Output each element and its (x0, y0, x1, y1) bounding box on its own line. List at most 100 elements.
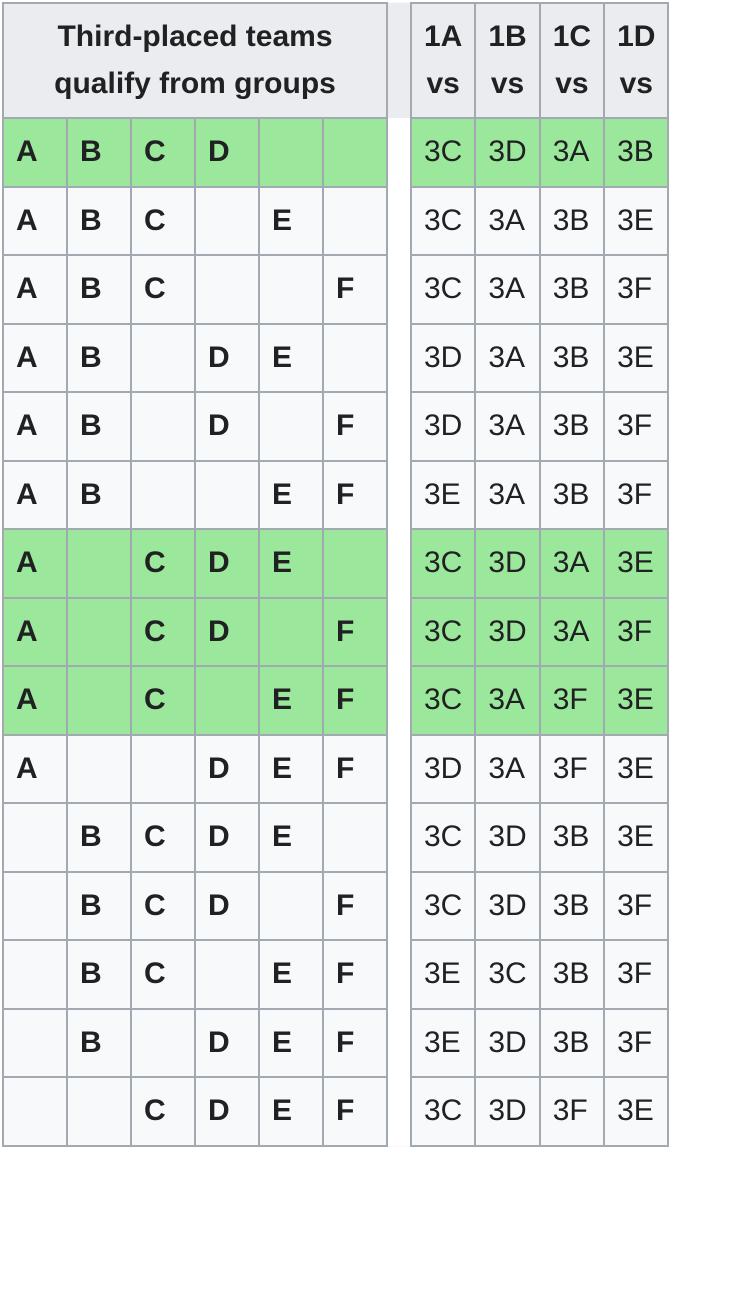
group-letter-cell: D (195, 392, 259, 461)
matchup-cell: 3E (604, 1077, 668, 1146)
matchup-cell: 3C (411, 598, 475, 667)
group-letter-cell: F (323, 872, 387, 941)
matchup-cell: 3C (411, 529, 475, 598)
group-letter-cell: E (259, 187, 323, 256)
gap-column (387, 529, 411, 598)
matchup-cell: 3D (475, 1009, 539, 1078)
matchup-cell: 3F (540, 666, 604, 735)
group-letter-cell: A (3, 529, 67, 598)
matchup-cell: 3F (604, 598, 668, 667)
group-letter-cell (3, 872, 67, 941)
gap-column (387, 187, 411, 256)
matchup-cell: 3D (475, 803, 539, 872)
matchup-cell: 3A (475, 187, 539, 256)
table-row: ADEF3D3A3F3E (3, 735, 668, 804)
group-letter-cell (195, 940, 259, 1009)
group-letter-cell (195, 461, 259, 530)
matchup-cell: 3E (604, 187, 668, 256)
matchup-cell: 3F (604, 461, 668, 530)
group-letter-cell: B (67, 940, 131, 1009)
group-letter-cell: F (323, 461, 387, 530)
header-qualify-from-groups: Third-placed teams qualify from groups (3, 3, 387, 118)
gap-column (387, 324, 411, 393)
matchup-cell: 3A (540, 118, 604, 187)
matchup-cell: 3C (411, 118, 475, 187)
group-letter-cell (195, 255, 259, 324)
matchup-cell: 3D (475, 118, 539, 187)
group-letter-cell: A (3, 735, 67, 804)
group-letter-cell: B (67, 1009, 131, 1078)
header-1a-label: 1A (424, 20, 462, 53)
matchup-cell: 3A (475, 255, 539, 324)
gap-column (387, 1077, 411, 1146)
matchup-cell: 3B (540, 803, 604, 872)
group-letter-cell: B (67, 324, 131, 393)
table-row: CDEF3C3D3F3E (3, 1077, 668, 1146)
group-letter-cell: E (259, 1009, 323, 1078)
third-place-combinations-table: Third-placed teams qualify from groups 1… (2, 2, 669, 1147)
matchup-cell: 3A (475, 666, 539, 735)
matchup-cell: 3D (475, 598, 539, 667)
group-letter-cell: E (259, 666, 323, 735)
group-letter-cell: F (323, 1077, 387, 1146)
gap-column (387, 1009, 411, 1078)
group-letter-cell (67, 1077, 131, 1146)
group-letter-cell (323, 803, 387, 872)
group-letter-cell: E (259, 735, 323, 804)
group-letter-cell (323, 324, 387, 393)
group-letter-cell (259, 598, 323, 667)
group-letter-cell: C (131, 255, 195, 324)
matchup-cell: 3F (540, 1077, 604, 1146)
group-letter-cell (131, 1009, 195, 1078)
group-letter-cell: F (323, 392, 387, 461)
group-letter-cell: C (131, 666, 195, 735)
matchup-cell: 3D (475, 529, 539, 598)
group-letter-cell (259, 118, 323, 187)
table-body: ABCD3C3D3A3BABCE3C3A3B3EABCF3C3A3B3FABDE… (3, 118, 668, 1146)
group-letter-cell: E (259, 1077, 323, 1146)
table-row: ACDF3C3D3A3F (3, 598, 668, 667)
group-letter-cell (259, 872, 323, 941)
gap-column (387, 255, 411, 324)
group-letter-cell (67, 529, 131, 598)
matchup-cell: 3D (475, 872, 539, 941)
group-letter-cell: E (259, 461, 323, 530)
group-letter-cell (195, 666, 259, 735)
group-letter-cell: C (131, 118, 195, 187)
matchup-cell: 3E (604, 324, 668, 393)
gap-column (387, 735, 411, 804)
group-letter-cell (3, 1077, 67, 1146)
group-letter-cell: B (67, 803, 131, 872)
group-letter-cell (131, 392, 195, 461)
header-vs-label: vs (426, 67, 459, 100)
table-row: ABEF3E3A3B3F (3, 461, 668, 530)
group-letter-cell (3, 803, 67, 872)
matchup-cell: 3A (540, 529, 604, 598)
group-letter-cell (131, 735, 195, 804)
matchup-cell: 3C (411, 187, 475, 256)
table-row: BDEF3E3D3B3F (3, 1009, 668, 1078)
group-letter-cell: F (323, 1009, 387, 1078)
group-letter-cell (259, 392, 323, 461)
matchup-cell: 3E (411, 940, 475, 1009)
matchup-cell: 3F (540, 735, 604, 804)
matchup-cell: 3A (475, 461, 539, 530)
group-letter-cell (131, 461, 195, 530)
header-vs-label: vs (620, 67, 653, 100)
matchup-cell: 3C (475, 940, 539, 1009)
group-letter-cell: A (3, 666, 67, 735)
matchup-cell: 3E (411, 461, 475, 530)
group-letter-cell: F (323, 735, 387, 804)
table-row: ACEF3C3A3F3E (3, 666, 668, 735)
header-1c-label: 1C (553, 20, 591, 53)
table-row: ABCF3C3A3B3F (3, 255, 668, 324)
group-letter-cell: A (3, 392, 67, 461)
matchup-cell: 3C (411, 255, 475, 324)
gap-column (387, 118, 411, 187)
matchup-cell: 3D (411, 735, 475, 804)
matchup-cell: 3E (411, 1009, 475, 1078)
group-letter-cell: B (67, 461, 131, 530)
group-letter-cell (323, 529, 387, 598)
group-letter-cell: E (259, 940, 323, 1009)
group-letter-cell: D (195, 324, 259, 393)
